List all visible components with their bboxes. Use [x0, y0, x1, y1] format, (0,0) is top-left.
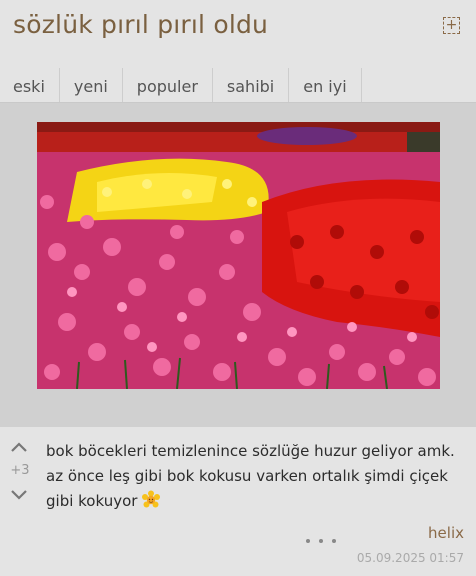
- tab-sahibi[interactable]: sahibi: [213, 68, 290, 102]
- dot: [332, 539, 336, 543]
- plus-square-icon[interactable]: +: [443, 17, 460, 34]
- author-link[interactable]: helix: [428, 524, 464, 542]
- image-area: [0, 103, 476, 427]
- more-options-icon[interactable]: [306, 534, 336, 548]
- tab-bar: eski yeni populer sahibi en iyi: [0, 68, 476, 103]
- tab-yeni[interactable]: yeni: [60, 68, 123, 102]
- page-title[interactable]: sözlük pırıl pırıl oldu: [13, 10, 268, 39]
- chevron-up-icon[interactable]: [10, 440, 28, 454]
- dot: [306, 539, 310, 543]
- chevron-down-icon[interactable]: [10, 488, 28, 502]
- vote-panel: +3: [0, 436, 40, 510]
- tab-populer[interactable]: populer: [123, 68, 213, 102]
- entry-text: bok böcekleri temizlenince sözlüğe huzur…: [46, 442, 455, 510]
- tab-eski[interactable]: eski: [0, 68, 60, 102]
- entry-timestamp[interactable]: 05.09.2025 01:57: [357, 551, 464, 565]
- title-bar: sözlük pırıl pırıl oldu +: [0, 0, 476, 64]
- entry-body: bok böcekleri temizlenince sözlüğe huzur…: [46, 439, 456, 514]
- dot: [319, 539, 323, 543]
- tab-en-iyi[interactable]: en iyi: [289, 68, 362, 102]
- tulip-field-photo[interactable]: [37, 122, 440, 389]
- sunflower-icon: [142, 490, 161, 508]
- vote-score: +3: [10, 463, 30, 478]
